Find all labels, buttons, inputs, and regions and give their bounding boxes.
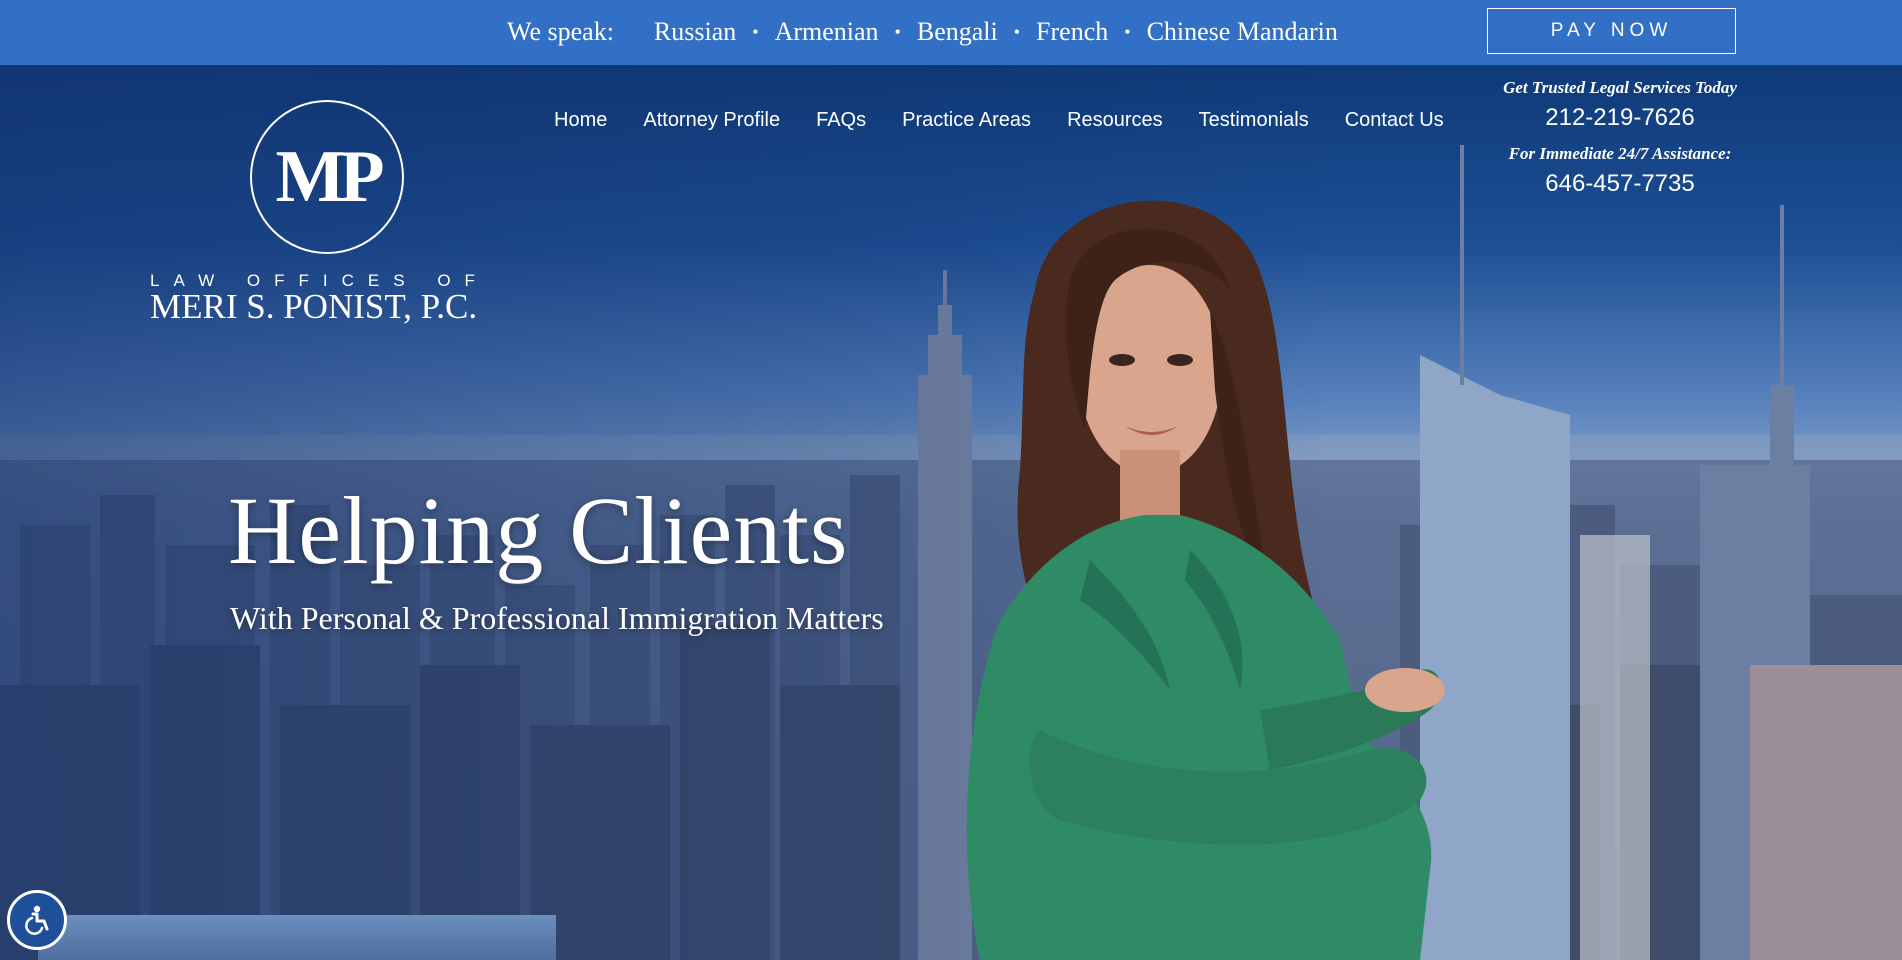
nav-attorney-profile[interactable]: Attorney Profile (643, 109, 780, 132)
language-chinese-mandarin: Chinese Mandarin (1146, 17, 1338, 46)
language-separator: • (894, 21, 901, 42)
pay-now-button[interactable]: PAY NOW (1487, 8, 1736, 54)
attorney-portrait (966, 200, 1445, 960)
language-bengali: Bengali (916, 17, 998, 46)
phone-emergency[interactable]: 646-457-7735 (1460, 170, 1780, 198)
nav-faqs[interactable]: FAQs (816, 109, 866, 132)
nav-practice-areas[interactable]: Practice Areas (902, 109, 1031, 132)
contact-block: Get Trusted Legal Services Today 212-219… (1460, 78, 1780, 210)
top-language-bar: We speak: Russian • Armenian • Bengali •… (0, 0, 1902, 65)
accessibility-button[interactable] (7, 890, 67, 950)
logo-monogram[interactable]: MP (250, 100, 404, 254)
language-separator: • (1013, 21, 1021, 42)
language-armenian: Armenian (774, 17, 879, 46)
hero-section: MP LAW OFFICES OF MERI S. PONIST, P.C. H… (0, 65, 1902, 960)
featured-card-preview (38, 915, 556, 960)
logo-firm-name[interactable]: MERI S. PONIST, P.C. (150, 287, 530, 327)
language-french: French (1036, 17, 1109, 46)
accessibility-icon (25, 905, 49, 935)
language-separator: • (752, 21, 759, 42)
nav-resources[interactable]: Resources (1067, 109, 1163, 132)
nav-contact-us[interactable]: Contact Us (1345, 109, 1444, 132)
main-navigation: Home Attorney Profile FAQs Practice Area… (554, 109, 1444, 132)
nav-home[interactable]: Home (554, 109, 607, 132)
hero-headline: Helping Clients (228, 477, 849, 584)
phone-primary[interactable]: 212-219-7626 (1460, 104, 1780, 132)
hero-subheadline: With Personal & Professional Immigration… (230, 600, 884, 636)
language-russian: Russian (653, 17, 737, 46)
trusted-services-tagline: Get Trusted Legal Services Today (1503, 78, 1737, 97)
immediate-assistance-tagline: For Immediate 24/7 Assistance: (1508, 144, 1732, 163)
we-speak-label: We speak: (507, 17, 614, 46)
language-separator: • (1124, 21, 1131, 42)
languages-list: We speak: Russian • Armenian • Bengali •… (507, 15, 1338, 49)
nav-testimonials[interactable]: Testimonials (1199, 109, 1309, 132)
